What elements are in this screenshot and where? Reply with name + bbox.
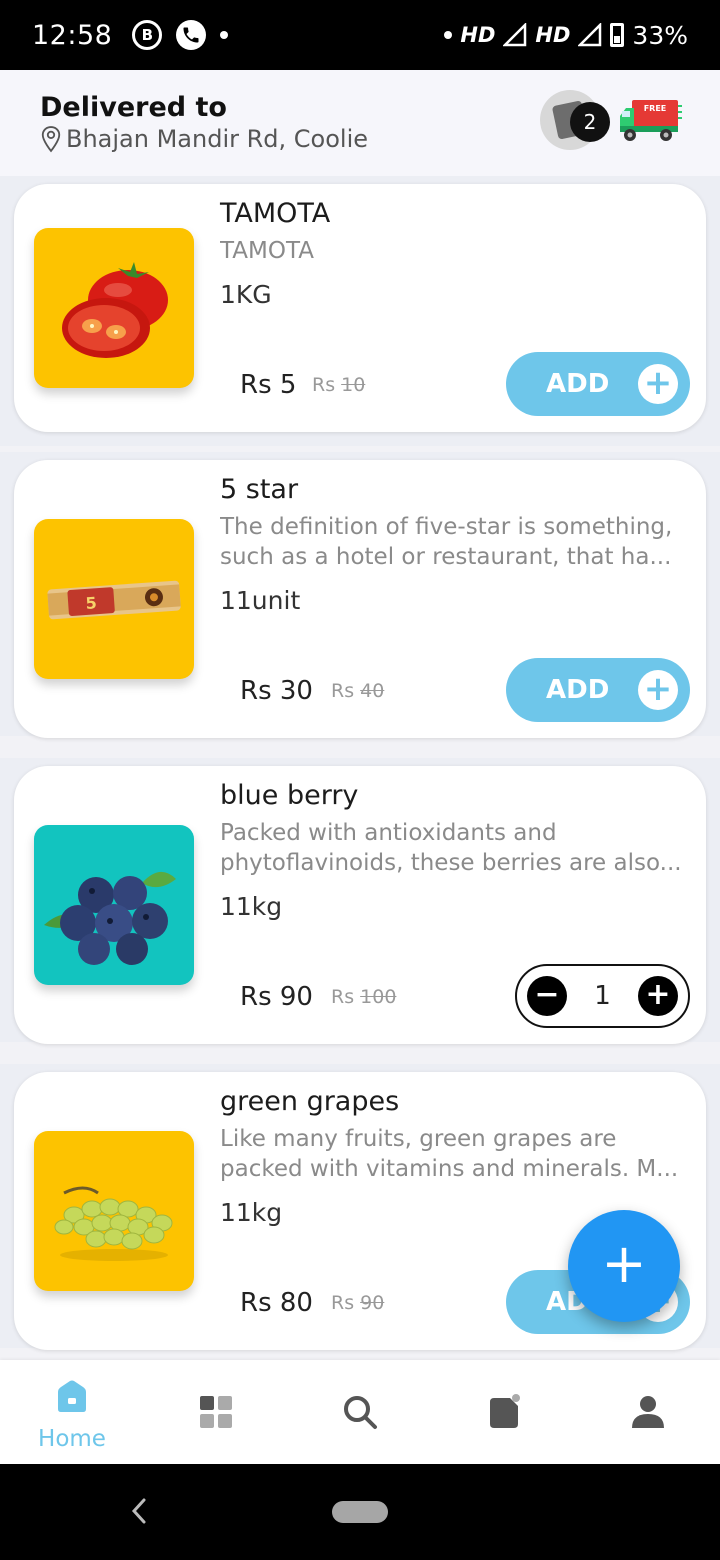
add-label: ADD <box>546 369 610 399</box>
status-bar: 12:58 B HD HD 33% <box>0 0 720 70</box>
product-description: TAMOTA <box>220 238 314 264</box>
product-mrp: Rs 10 <box>312 374 366 396</box>
product-price: Rs 80 <box>240 1288 313 1318</box>
cart-count-badge: 2 <box>570 102 610 142</box>
free-delivery-truck-icon: FREE <box>620 100 682 141</box>
product-row: blue berry Packed with antioxidants and … <box>0 758 720 1044</box>
quantity-value: 1 <box>594 981 611 1011</box>
product-unit: 11unit <box>220 586 301 615</box>
cart-button[interactable]: 2 <box>540 90 610 150</box>
nav-item-categories[interactable] <box>144 1360 288 1464</box>
battery-icon <box>610 23 625 47</box>
product-mrp: Rs 90 <box>331 1292 385 1314</box>
product-image-chocolate-bar: 5 <box>34 519 194 679</box>
product-card[interactable]: blue berry Packed with antioxidants and … <box>14 766 706 1044</box>
address-text: Bhajan Mandir Rd, Coolie <box>66 125 369 153</box>
back-icon[interactable] <box>128 1496 150 1526</box>
svg-text:5: 5 <box>85 593 97 613</box>
product-image-blueberries <box>34 825 194 985</box>
signal-icon-2 <box>578 23 602 47</box>
product-price: Rs 5 <box>240 370 297 400</box>
system-indicators: HD HD 33% <box>444 21 688 50</box>
nav-item-orders[interactable] <box>432 1360 576 1464</box>
delivery-address[interactable]: Bhajan Mandir Rd, Coolie <box>40 125 368 153</box>
truck-free-label: FREE <box>644 104 667 113</box>
minus-button[interactable]: − <box>527 976 567 1016</box>
network-type-1: HD <box>460 23 496 47</box>
product-card[interactable]: TAMOTA TAMOTA 1KG Rs 5 Rs 10 ADD + <box>14 184 706 432</box>
nav-item-search[interactable] <box>288 1360 432 1464</box>
search-icon <box>344 1396 377 1429</box>
product-image-tomato <box>34 228 194 388</box>
plus-icon: + <box>601 1232 647 1295</box>
product-name: TAMOTA <box>220 198 331 229</box>
floating-add-button[interactable]: + <box>568 1210 680 1322</box>
categories-icon <box>200 1396 232 1428</box>
product-price: Rs 30 <box>240 676 313 706</box>
product-price: Rs 90 <box>240 982 313 1012</box>
notification-dot <box>220 31 229 39</box>
home-icon <box>58 1380 86 1412</box>
add-to-cart-button[interactable]: ADD + <box>506 352 690 416</box>
quantity-stepper[interactable]: − 1 + <box>515 964 690 1028</box>
plus-icon: + <box>638 670 678 710</box>
b-icon: B <box>132 20 163 50</box>
product-description: The definition of five-star is something… <box>220 514 673 570</box>
battery-percent: 33% <box>632 20 688 50</box>
product-row: 5 5 star The definition of five-star is … <box>0 452 720 738</box>
phone-icon <box>176 20 207 50</box>
product-name: blue berry <box>220 780 359 811</box>
product-unit: 11kg <box>220 892 283 921</box>
product-row: TAMOTA TAMOTA 1KG Rs 5 Rs 10 ADD + <box>0 176 720 446</box>
bottom-navigation: Home <box>0 1360 720 1464</box>
product-name: 5 star <box>220 474 299 505</box>
product-unit: 1KG <box>220 280 272 309</box>
nav-item-home[interactable]: Home <box>0 1360 144 1464</box>
notification-icons: B <box>132 20 229 50</box>
system-navigation-bar <box>0 1464 720 1560</box>
profile-icon <box>632 1396 664 1428</box>
dot-icon <box>444 31 453 39</box>
add-label: ADD <box>546 675 610 705</box>
orders-icon <box>490 1394 520 1428</box>
product-card[interactable]: 5 5 star The definition of five-star is … <box>14 460 706 738</box>
app-header: Delivered to Bhajan Mandir Rd, Coolie 2 … <box>0 70 720 176</box>
signal-icon <box>503 23 527 47</box>
location-pin-icon <box>41 126 61 153</box>
add-to-cart-button[interactable]: ADD + <box>506 658 690 722</box>
home-pill-button[interactable] <box>332 1501 388 1523</box>
product-unit: 11kg <box>220 1198 283 1227</box>
plus-icon: + <box>638 364 678 404</box>
product-description: Like many fruits, green grapes are packe… <box>220 1126 679 1182</box>
status-time: 12:58 <box>32 19 113 51</box>
network-type-2: HD <box>535 23 571 47</box>
delivered-to-title: Delivered to <box>40 92 227 123</box>
product-mrp: Rs 100 <box>331 986 397 1008</box>
product-description: Packed with antioxidants and phytoflavin… <box>220 820 682 876</box>
product-mrp: Rs 40 <box>331 680 385 702</box>
nav-item-profile[interactable] <box>576 1360 720 1464</box>
plus-button[interactable]: + <box>637 976 678 1016</box>
nav-label-home: Home <box>38 1426 106 1452</box>
product-name: green grapes <box>220 1086 400 1117</box>
product-image-grapes <box>34 1131 194 1291</box>
